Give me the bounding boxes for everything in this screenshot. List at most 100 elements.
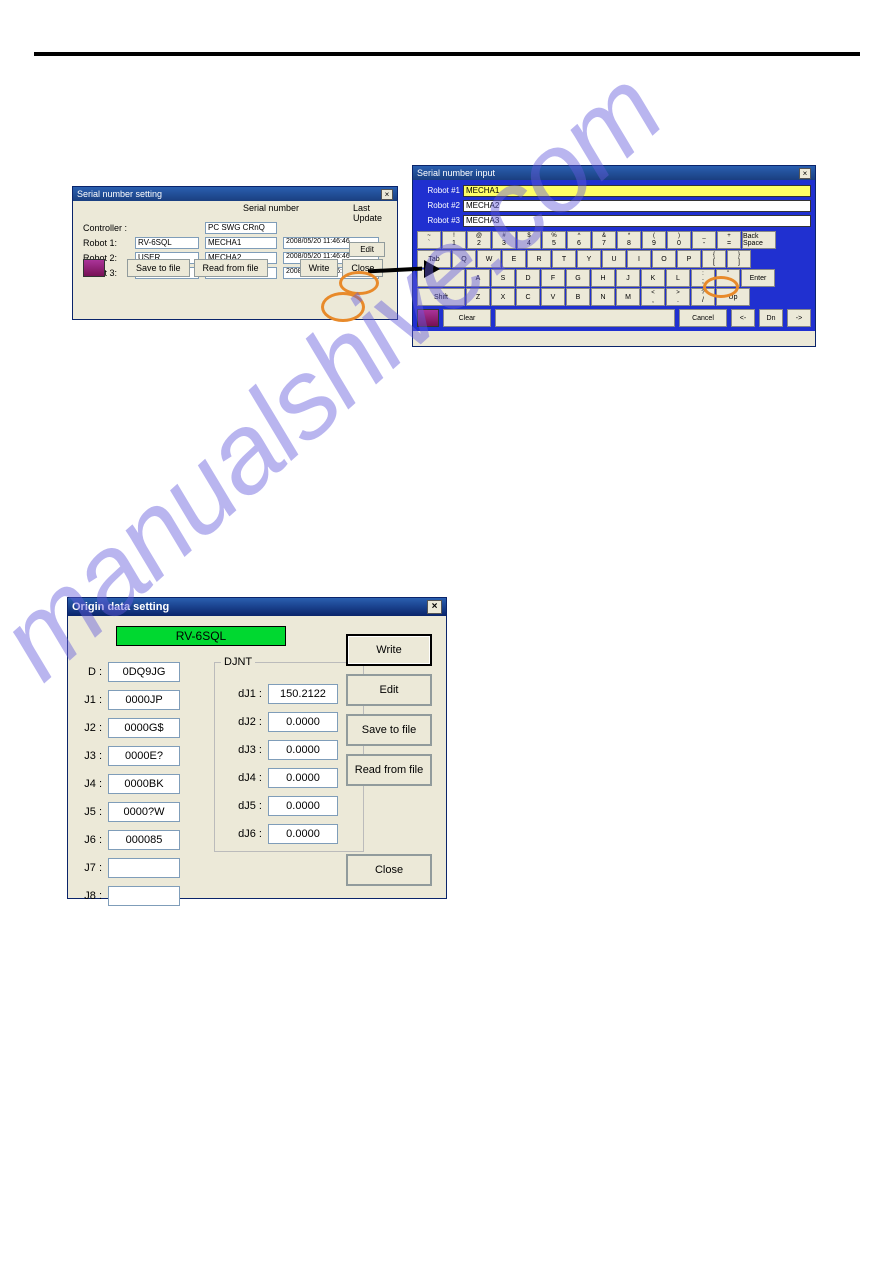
key-B[interactable]: B: [566, 288, 590, 306]
key-1[interactable]: !1: [442, 231, 466, 249]
backspace-key[interactable]: Back Space: [742, 231, 776, 249]
key-V[interactable]: V: [541, 288, 565, 306]
edit-button[interactable]: Edit: [346, 674, 432, 706]
origin-row: J8 :: [74, 882, 180, 910]
key-2[interactable]: @2: [467, 231, 491, 249]
key-5[interactable]: %5: [542, 231, 566, 249]
right-key[interactable]: ->: [787, 309, 811, 327]
key-[[interactable]: {[: [702, 250, 726, 268]
dn-key[interactable]: Dn: [759, 309, 783, 327]
djnt-label: dJ6 :: [228, 828, 268, 840]
robot-name-field[interactable]: RV-6SQL: [135, 237, 199, 249]
key-P[interactable]: P: [677, 250, 701, 268]
key-I[interactable]: I: [627, 250, 651, 268]
key-Y[interactable]: Y: [577, 250, 601, 268]
read-from-file-button[interactable]: Read from file: [346, 754, 432, 786]
serial-field[interactable]: PC SWG CRnQ: [205, 222, 277, 234]
close-icon[interactable]: ×: [427, 600, 442, 614]
key-E[interactable]: E: [502, 250, 526, 268]
joint-value-field[interactable]: 0000JP: [108, 690, 180, 710]
djnt-value-field[interactable]: 0.0000: [268, 712, 338, 732]
close-icon[interactable]: ×: [799, 168, 811, 179]
key-K[interactable]: K: [641, 269, 665, 287]
joint-value-field[interactable]: 000085: [108, 830, 180, 850]
key--[interactable]: _-: [692, 231, 716, 249]
key-0[interactable]: )0: [667, 231, 691, 249]
djnt-legend: DJNT: [221, 656, 255, 668]
key-'[interactable]: "': [716, 269, 740, 287]
edit-button[interactable]: Edit: [349, 242, 385, 257]
key-7[interactable]: &7: [592, 231, 616, 249]
key-=[interactable]: +=: [717, 231, 741, 249]
key-H[interactable]: H: [591, 269, 615, 287]
key-,[interactable]: <,: [641, 288, 665, 306]
key-][interactable]: }]: [727, 250, 751, 268]
key-S[interactable]: S: [491, 269, 515, 287]
key-D[interactable]: D: [516, 269, 540, 287]
key-C[interactable]: C: [516, 288, 540, 306]
space-key[interactable]: [495, 309, 675, 327]
key-3[interactable]: #3: [492, 231, 516, 249]
key-8[interactable]: *8: [617, 231, 641, 249]
origin-row: J4 : 0000BK: [74, 770, 180, 798]
row-label: Controller :: [83, 223, 135, 233]
cancel-button[interactable]: Cancel: [679, 309, 727, 327]
joint-label: J1 :: [74, 694, 108, 706]
key-R[interactable]: R: [527, 250, 551, 268]
joint-value-field[interactable]: 0000E?: [108, 746, 180, 766]
key-F[interactable]: F: [541, 269, 565, 287]
key-A[interactable]: A: [466, 269, 490, 287]
key-X[interactable]: X: [491, 288, 515, 306]
joint-value-field[interactable]: 0000?W: [108, 802, 180, 822]
key-T[interactable]: T: [552, 250, 576, 268]
key-.[interactable]: >.: [666, 288, 690, 306]
joint-value-field[interactable]: [108, 886, 180, 906]
enter-key[interactable]: Enter: [741, 269, 775, 287]
save-to-file-button[interactable]: Save to file: [127, 259, 190, 277]
origin-row: J1 : 0000JP: [74, 686, 180, 714]
key-J[interactable]: J: [616, 269, 640, 287]
key-M[interactable]: M: [616, 288, 640, 306]
key-N[interactable]: N: [591, 288, 615, 306]
key-;[interactable]: :;: [691, 269, 715, 287]
joint-value-field[interactable]: 0DQ9JG: [108, 662, 180, 682]
djnt-value-field[interactable]: 150.2122: [268, 684, 338, 704]
table-row: Controller : PC SWG CRnQ: [83, 221, 387, 234]
read-from-file-button[interactable]: Read from file: [194, 259, 268, 277]
input-row: Robot #3 MECHA3: [417, 214, 811, 227]
shift-key[interactable]: Shift: [417, 288, 465, 306]
up-key[interactable]: Up: [716, 288, 750, 306]
key-9[interactable]: (9: [642, 231, 666, 249]
write-button[interactable]: Write: [346, 634, 432, 666]
key-O[interactable]: O: [652, 250, 676, 268]
joint-value-field[interactable]: [108, 858, 180, 878]
serial-input-field[interactable]: MECHA2: [463, 200, 811, 212]
key-Z[interactable]: Z: [466, 288, 490, 306]
write-button[interactable]: Write: [300, 259, 339, 277]
clear-button[interactable]: Clear: [443, 309, 491, 327]
save-to-file-button[interactable]: Save to file: [346, 714, 432, 746]
key-6[interactable]: ^6: [567, 231, 591, 249]
serial-input-field[interactable]: MECHA3: [463, 215, 811, 227]
djnt-value-field[interactable]: 0.0000: [268, 740, 338, 760]
key-`[interactable]: ~`: [417, 231, 441, 249]
key-W[interactable]: W: [477, 250, 501, 268]
close-icon[interactable]: ×: [381, 189, 393, 200]
robot-icon: [83, 259, 105, 277]
close-button[interactable]: Close: [346, 854, 432, 886]
serial-field[interactable]: MECHA1: [205, 237, 277, 249]
key-4[interactable]: $4: [517, 231, 541, 249]
input-label: Robot #3: [417, 216, 463, 225]
key-L[interactable]: L: [666, 269, 690, 287]
djnt-value-field[interactable]: 0.0000: [268, 824, 338, 844]
key-/[interactable]: ?/: [691, 288, 715, 306]
key-U[interactable]: U: [602, 250, 626, 268]
joint-value-field[interactable]: 0000BK: [108, 774, 180, 794]
key-Q[interactable]: Q: [452, 250, 476, 268]
djnt-value-field[interactable]: 0.0000: [268, 768, 338, 788]
joint-value-field[interactable]: 0000G$: [108, 718, 180, 738]
serial-input-field[interactable]: MECHA1: [463, 185, 811, 197]
djnt-value-field[interactable]: 0.0000: [268, 796, 338, 816]
left-key[interactable]: <-: [731, 309, 755, 327]
key-G[interactable]: G: [566, 269, 590, 287]
